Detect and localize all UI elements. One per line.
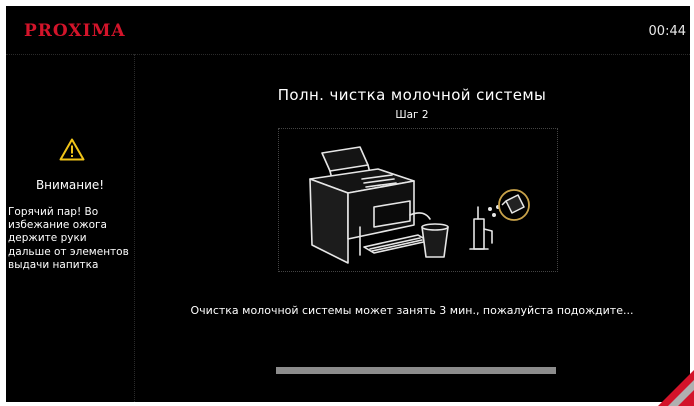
header-divider	[6, 54, 690, 55]
step-label: Шаг 2	[395, 109, 429, 121]
machine-screen: PROXIMA 00:44 Внимание! Горячий пар! Во …	[6, 6, 690, 402]
sidebar-divider	[134, 54, 135, 402]
status-message: Очистка молочной системы может занять 3 …	[190, 304, 634, 317]
coffee-machine-milk-cleaning-illustration	[309, 146, 530, 264]
clock: 00:44	[648, 24, 686, 39]
warning-title: Внимание!	[35, 178, 105, 192]
warning-triangle-icon	[59, 138, 85, 161]
progress-bar	[276, 367, 556, 374]
page-title: Полн. чистка молочной системы	[277, 86, 547, 104]
corner-decoration	[658, 370, 694, 406]
warning-text: Горячий пар! Во избежание ожога держите …	[8, 206, 129, 271]
brand-logo: PROXIMA	[24, 21, 126, 41]
progress-fill	[276, 367, 556, 374]
